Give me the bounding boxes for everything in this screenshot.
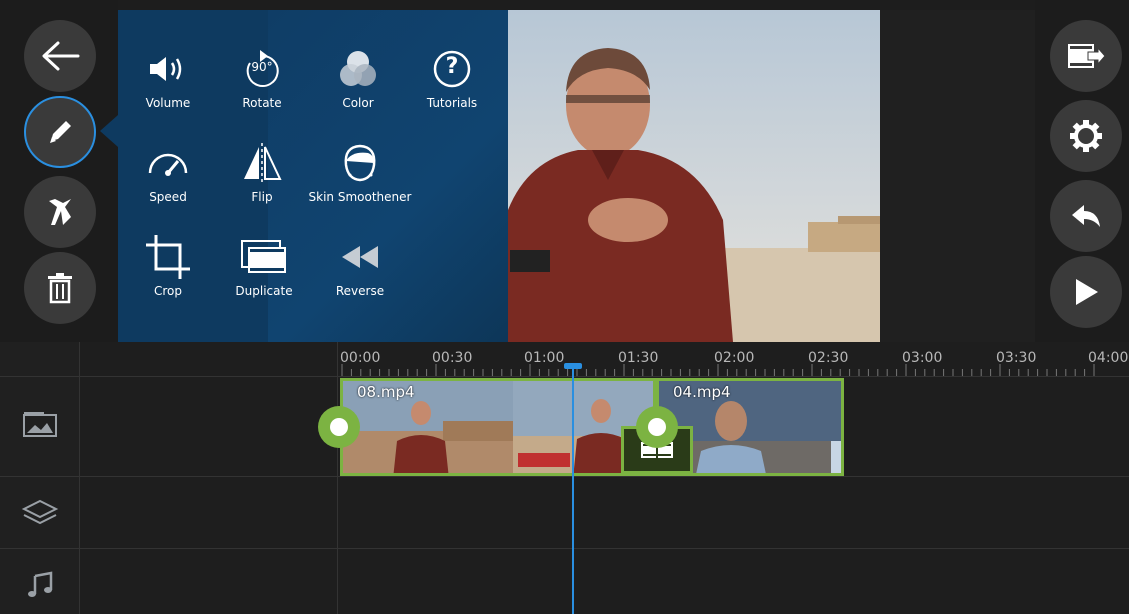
export-button[interactable] (1050, 20, 1122, 92)
tool-speed[interactable]: Speed (118, 138, 218, 218)
left-toolbar (0, 0, 118, 342)
ruler-label: 02:30 (808, 350, 849, 366)
ruler-label: 03:30 (996, 350, 1037, 366)
play-button[interactable] (1050, 256, 1122, 328)
face-icon (344, 144, 376, 182)
tool-reverse[interactable]: Reverse (310, 232, 410, 312)
question-glyph: ? (445, 54, 459, 79)
pencil-icon (50, 121, 71, 143)
video-track-icon[interactable] (18, 408, 62, 442)
trash-icon (48, 273, 72, 304)
playhead[interactable] (572, 366, 574, 614)
tool-label: Duplicate (235, 284, 293, 298)
tool-label: Flip (251, 190, 273, 204)
delete-button[interactable] (24, 252, 96, 324)
tool-label: Reverse (335, 284, 385, 298)
tool-skin-smoothener[interactable]: Skin Smoothener (308, 138, 412, 218)
divider (0, 548, 1129, 549)
gear-icon (1070, 120, 1102, 152)
preview-frame (508, 10, 880, 342)
export-icon (1068, 44, 1106, 68)
video-preview[interactable] (508, 10, 880, 342)
tool-label: Crop (153, 284, 182, 298)
edit-tools-panel: Volume 90° Rotate Color ? Tutorials Spee… (118, 10, 508, 342)
crop-icon (146, 235, 190, 279)
undo-button[interactable] (1050, 180, 1122, 252)
tool-label: Color (342, 96, 374, 110)
panel-pointer (100, 115, 118, 147)
ruler-label: 02:00 (714, 350, 755, 366)
edit-button[interactable] (24, 96, 96, 168)
play-icon (1076, 279, 1098, 305)
divider (0, 376, 1129, 377)
clip-trim-handle-left[interactable] (318, 406, 360, 448)
tool-label: Rotate (242, 96, 282, 110)
clip-name: 08.mp4 (357, 383, 415, 401)
ruler-label: 00:00 (340, 350, 381, 366)
clip-name: 04.mp4 (673, 383, 731, 401)
video-editor: Volume 90° Rotate Color ? Tutorials Spee… (0, 0, 1129, 614)
speaker-icon (150, 57, 182, 81)
tool-label: Tutorials (426, 96, 478, 110)
preview-letterbox (880, 10, 1035, 342)
back-arrow-icon (42, 41, 80, 71)
tool-label: Volume (145, 96, 191, 110)
track-header-area (80, 342, 338, 614)
split-icon (49, 199, 71, 225)
ruler-label: 03:00 (902, 350, 943, 366)
split-button[interactable] (24, 176, 96, 248)
clip-08[interactable]: 08.mp4 (340, 378, 656, 476)
time-ruler[interactable]: 00:00 00:30 01:00 01:30 02:00 02:30 03:0… (338, 342, 1129, 376)
clip-trim-handle-right[interactable] (636, 406, 678, 448)
back-button[interactable] (24, 20, 96, 92)
tool-volume[interactable]: Volume (118, 44, 218, 124)
undo-icon (1072, 205, 1100, 227)
music-note-icon[interactable] (18, 568, 62, 602)
tool-rotate[interactable]: 90° Rotate (212, 44, 312, 124)
duplicate-icon (241, 240, 286, 273)
rewind-icon (342, 246, 378, 268)
tool-flip[interactable]: Flip (212, 138, 312, 218)
tool-tutorials[interactable]: ? Tutorials (402, 44, 502, 124)
layers-icon[interactable] (18, 496, 62, 530)
ruler-label: 00:30 (432, 350, 473, 366)
tool-crop[interactable]: Crop (118, 232, 218, 312)
right-toolbar (1035, 0, 1129, 342)
speedometer-icon (148, 153, 188, 176)
color-circles-icon (340, 51, 376, 86)
tool-label: Skin Smoothener (308, 190, 412, 204)
tool-label: Speed (149, 190, 187, 204)
divider (0, 476, 1129, 477)
flip-icon (244, 143, 282, 183)
ruler-label: 04:00 (1088, 350, 1129, 366)
tool-duplicate[interactable]: Duplicate (214, 232, 314, 312)
tool-color[interactable]: Color (308, 44, 408, 124)
ruler-label: 01:30 (618, 350, 659, 366)
ruler-label: 01:00 (524, 350, 565, 366)
rotate-badge: 90° (251, 60, 273, 74)
settings-button[interactable] (1050, 100, 1122, 172)
